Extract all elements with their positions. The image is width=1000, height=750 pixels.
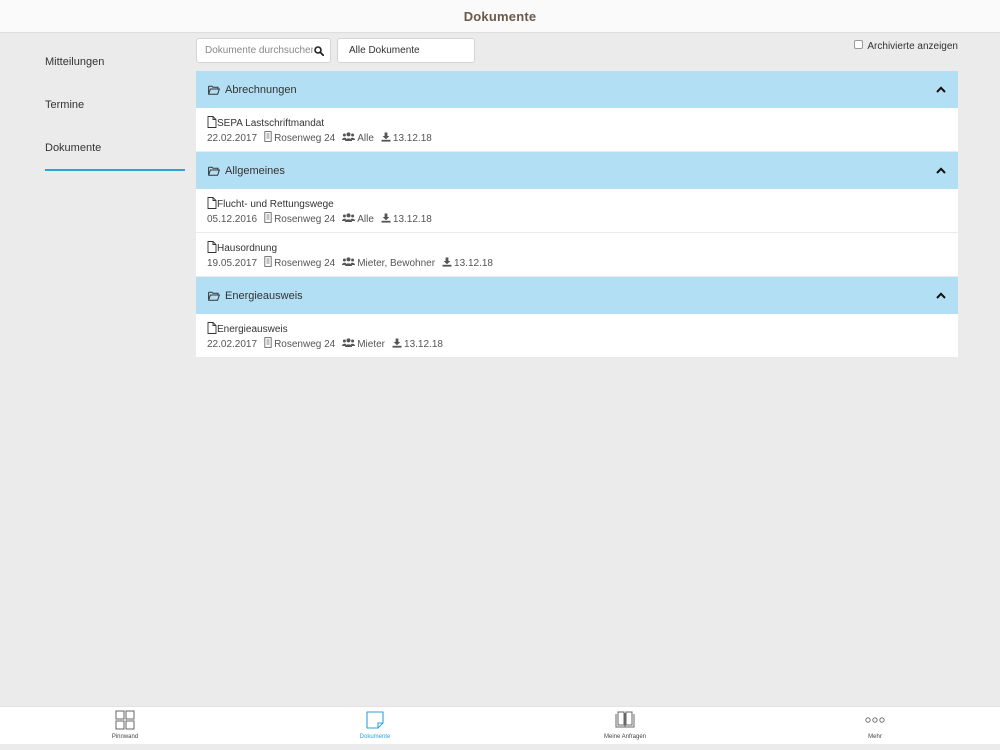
document-title: Flucht- und Rettungswege [217,198,334,210]
document-download-date: 13.12.18 [392,213,432,225]
download-icon [442,257,454,270]
chevron-up-icon[interactable] [936,292,946,299]
group-header-allgemeines[interactable]: Allgemeines [196,152,958,189]
list-item[interactable]: SEPA Lastschriftmandat 22.02.2017 Rosenw… [196,108,958,152]
tab-dokumente[interactable]: Dokumente [250,707,500,744]
document-audience: Alle [357,213,374,225]
document-download-date: 13.12.18 [454,257,493,269]
folder-open-icon [208,291,220,301]
list-item[interactable]: Flucht- und Rettungswege 05.12.2016 Rose… [196,189,958,233]
document-title: SEPA Lastschriftmandat [217,117,325,129]
document-icon [365,710,385,730]
search-input[interactable] [205,45,313,56]
tab-label: Pinnwand [111,734,139,740]
document-date: 19.05.2017 [207,257,258,269]
document-location: Rosenweg 24 [274,132,336,144]
download-icon [381,132,393,145]
folder-open-icon [208,166,220,176]
tab-mehr[interactable]: Mehr [750,707,1000,744]
file-icon [207,196,217,212]
download-icon [392,338,404,351]
document-title: Energieausweis [217,323,288,335]
group-name: Abrechnungen [225,83,297,96]
list-item[interactable]: Energieausweis 22.02.2017 Rosenweg 24 Mi… [196,314,958,358]
sidebar-item-mitteilungen[interactable]: Mitteilungen [45,40,185,83]
download-icon [381,213,393,226]
archive-label: Archivierte anzeigen [867,41,958,52]
group-name: Energieausweis [225,289,303,302]
book-icon [614,710,636,730]
archive-checkbox[interactable] [854,40,864,49]
file-icon [207,321,217,337]
sidebar-item-dokumente[interactable]: Dokumente [45,126,185,171]
sidebar: Mitteilungen Termine Dokumente [45,40,185,171]
document-location: Rosenweg 24 [274,213,336,225]
list-item[interactable]: Hausordnung 19.05.2017 Rosenweg 24 Miete… [196,233,958,277]
document-location: Rosenweg 24 [274,257,336,269]
tab-meine-anfragen[interactable]: Meine Anfragen [500,707,750,744]
more-icon [864,710,886,730]
document-audience: Alle [357,132,374,144]
chevron-up-icon[interactable] [936,167,946,174]
users-icon [342,132,357,144]
users-icon [342,213,357,225]
group-name: Allgemeines [225,164,285,177]
building-icon [264,337,274,351]
file-icon [207,240,217,256]
page-title: Dokumente [463,8,537,24]
tab-label: Meine Anfragen [603,734,647,740]
bottom-strip [0,744,1000,750]
sidebar-item-label: Termine [45,98,85,111]
document-date: 05.12.2016 [207,213,258,225]
sidebar-item-label: Mitteilungen [45,55,105,68]
search-box [196,38,331,63]
document-date: 22.02.2017 [207,338,258,350]
building-icon [264,212,274,226]
building-icon [264,256,274,270]
chevron-up-icon[interactable] [936,86,946,93]
group-header-abrechnungen[interactable]: Abrechnungen [196,71,958,108]
sidebar-item-label: Dokumente [45,141,102,154]
document-download-date: 13.12.18 [392,132,432,144]
folder-open-icon [208,85,220,95]
document-list: Abrechnungen SEPA Lastschriftmandat 22.0… [196,71,958,358]
header-bar: Dokumente [0,0,1000,33]
tab-bar: Pinnwand Dokumente Meine Anfragen Mehr [0,706,1000,744]
filter-value: Alle Dokumente [349,45,420,56]
users-icon [342,338,357,350]
tab-pinnwand[interactable]: Pinnwand [0,707,250,744]
grid-icon [115,710,135,730]
tab-label: Dokumente [359,734,391,740]
users-icon [342,257,357,269]
archive-toggle[interactable]: Archivierte anzeigen [854,40,958,52]
document-date: 22.02.2017 [207,132,258,144]
sidebar-item-termine[interactable]: Termine [45,83,185,126]
document-location: Rosenweg 24 [274,338,336,350]
document-download-date: 13.12.18 [404,338,443,350]
tab-label: Mehr [868,734,882,740]
document-title: Hausordnung [217,242,278,254]
document-audience: Mieter [357,338,386,350]
document-filter-select[interactable]: Alle Dokumente [337,38,475,63]
document-audience: Mieter, Bewohner [357,257,436,269]
group-header-energieausweis[interactable]: Energieausweis [196,277,958,314]
search-icon[interactable] [313,45,324,57]
file-icon [207,115,217,131]
building-icon [264,131,274,145]
